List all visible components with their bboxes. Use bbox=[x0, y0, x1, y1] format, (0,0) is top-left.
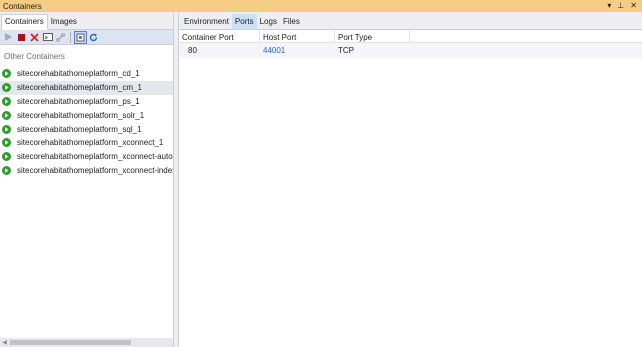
table-row[interactable]: 80 44001 TCP bbox=[179, 43, 642, 58]
panel-title: Containers bbox=[3, 1, 42, 11]
column-header-container-port[interactable]: Container Port bbox=[179, 30, 260, 42]
tab-images[interactable]: Images bbox=[48, 15, 80, 29]
container-name: sitecorehabitathomeplatform_sql_1 bbox=[17, 124, 142, 134]
running-icon bbox=[2, 69, 11, 79]
ports-grid-header: Container Port Host Port Port Type bbox=[179, 30, 642, 43]
running-icon bbox=[2, 96, 11, 106]
container-name: sitecorehabitathomeplatform_xconnect_1 bbox=[17, 138, 164, 148]
host-port-link[interactable]: 44001 bbox=[260, 46, 335, 55]
details-panel: Environment Ports Logs Files Container P… bbox=[178, 13, 642, 347]
containers-panel: Containers Images Other Containers sitec… bbox=[0, 13, 174, 347]
tab-environment[interactable]: Environment bbox=[181, 14, 232, 29]
running-icon bbox=[2, 110, 11, 120]
containers-toolbar bbox=[0, 30, 173, 45]
attach-icon[interactable] bbox=[55, 32, 66, 43]
container-name: sitecorehabitathomeplatform_solr_1 bbox=[17, 110, 145, 120]
toolbar-separator bbox=[70, 31, 71, 43]
list-item[interactable]: sitecorehabitathomeplatform_xconnect-aut… bbox=[0, 150, 173, 164]
container-name: sitecorehabitathomeplatform_ps_1 bbox=[17, 96, 140, 106]
tab-ports[interactable]: Ports bbox=[231, 13, 257, 29]
tab-logs[interactable]: Logs bbox=[257, 14, 280, 29]
tab-files[interactable]: Files bbox=[280, 14, 303, 29]
start-icon[interactable] bbox=[3, 32, 14, 43]
list-item[interactable]: sitecorehabitathomeplatform_xconnect_1 bbox=[0, 136, 173, 150]
scroll-left-icon[interactable]: ◀ bbox=[0, 338, 9, 347]
details-tabstrip: Environment Ports Logs Files bbox=[179, 13, 642, 30]
list-item[interactable]: sitecorehabitathomeplatform_solr_1 bbox=[0, 108, 173, 122]
refresh-icon[interactable] bbox=[88, 32, 99, 43]
prune-icon[interactable] bbox=[74, 30, 87, 44]
running-icon bbox=[2, 165, 11, 175]
list-item[interactable]: sitecorehabitathomeplatform_ps_1 bbox=[0, 95, 173, 109]
tab-containers[interactable]: Containers bbox=[1, 14, 48, 30]
scrollbar-thumb[interactable] bbox=[10, 340, 131, 345]
port-type-cell: TCP bbox=[338, 46, 354, 55]
running-icon bbox=[2, 83, 11, 93]
delete-icon[interactable] bbox=[29, 32, 40, 43]
column-header-port-type[interactable]: Port Type bbox=[335, 30, 410, 42]
panel-titlebar: Containers ▾ ⊥ ✕ bbox=[0, 0, 642, 12]
list-item[interactable]: sitecorehabitathomeplatform_sql_1 bbox=[0, 122, 173, 136]
container-list: sitecorehabitathomeplatform_cd_1 sitecor… bbox=[0, 67, 173, 177]
pin-icon[interactable]: ⊥ bbox=[617, 2, 624, 10]
running-icon bbox=[2, 124, 11, 134]
container-name: sitecorehabitathomeplatform_cm_1 bbox=[17, 83, 142, 93]
column-header-host-port[interactable]: Host Port bbox=[260, 30, 335, 42]
left-tabstrip: Containers Images bbox=[0, 13, 173, 30]
terminal-icon[interactable] bbox=[42, 32, 53, 43]
container-name: sitecorehabitathomeplatform_cd_1 bbox=[17, 69, 140, 79]
horizontal-scrollbar[interactable]: ◀ ▶ bbox=[0, 338, 173, 347]
dropdown-icon[interactable]: ▾ bbox=[607, 2, 611, 10]
running-icon bbox=[2, 138, 11, 148]
close-icon[interactable]: ✕ bbox=[630, 2, 637, 10]
container-port-cell: 80 bbox=[188, 46, 197, 55]
list-item[interactable]: sitecorehabitathomeplatform_xconnect-ind… bbox=[0, 164, 173, 178]
list-item[interactable]: sitecorehabitathomeplatform_cm_1 bbox=[0, 80, 173, 95]
stop-icon[interactable] bbox=[16, 32, 27, 43]
running-icon bbox=[2, 152, 11, 162]
other-containers-heading: Other Containers bbox=[4, 52, 65, 61]
container-name: sitecorehabitathomeplatform_xconnect-ind… bbox=[17, 165, 173, 175]
window-controls: ▾ ⊥ ✕ bbox=[607, 2, 642, 10]
list-item[interactable]: sitecorehabitathomeplatform_cd_1 bbox=[0, 67, 173, 81]
container-name: sitecorehabitathomeplatform_xconnect-aut… bbox=[17, 152, 173, 162]
